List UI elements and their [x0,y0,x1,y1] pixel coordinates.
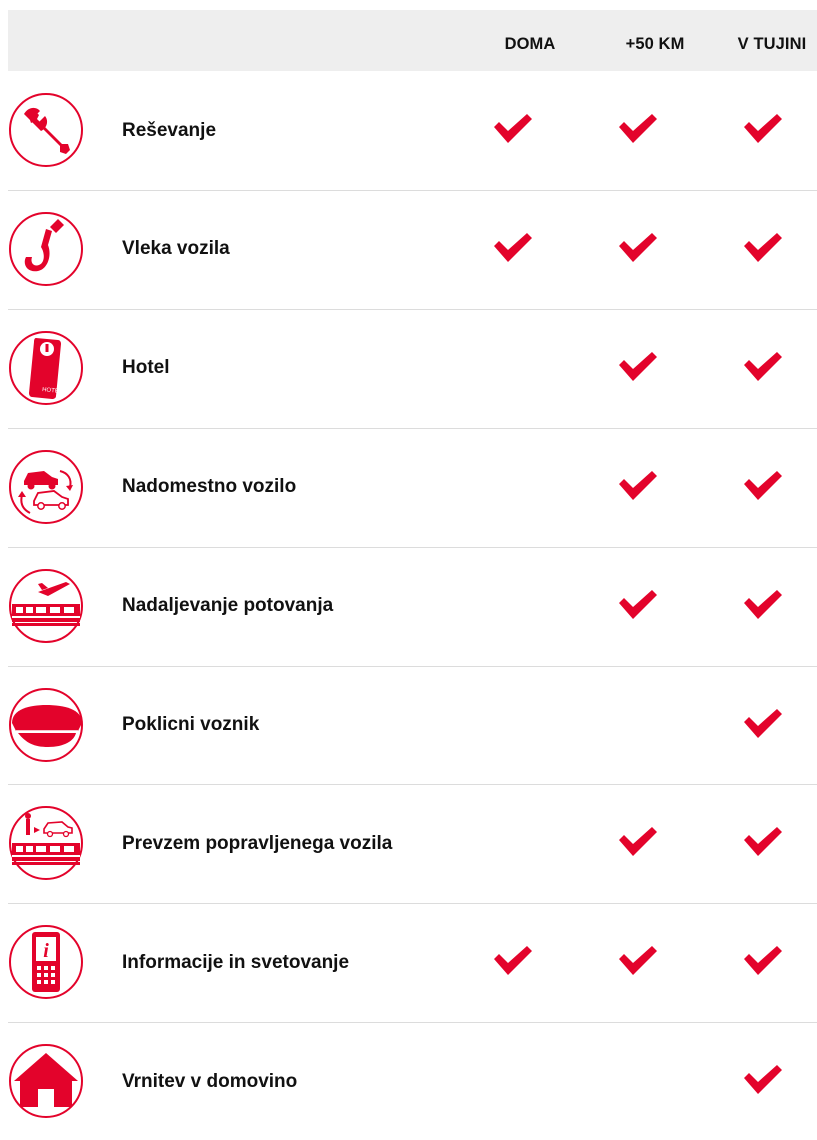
check-home-icon [492,113,534,145]
check-50km-icon [617,945,659,977]
replacement-car-icon [8,449,84,525]
check-abroad-icon [742,232,784,264]
service-label: Nadaljevanje potovanja [122,595,334,617]
service-label: Nadomestno vozilo [122,476,297,498]
service-label: Hotel [122,357,170,379]
check-50km-icon [617,826,659,858]
check-abroad-icon [742,589,784,621]
table-row: i Informacije in svetovanje [0,903,817,1021]
check-abroad-icon [742,351,784,383]
info-phone-icon: i [8,924,84,1000]
check-abroad-icon [742,470,784,502]
check-home-icon [492,945,534,977]
table-row: Poklicni voznik [0,666,817,784]
service-label: Reševanje [122,119,217,141]
check-50km-icon [617,351,659,383]
home-icon [8,1043,84,1119]
plane-train-icon [8,568,84,644]
column-header-abroad: V TUJINI [737,35,807,53]
check-abroad-icon [742,945,784,977]
check-abroad-icon [742,826,784,858]
hotel-door-hanger-icon: HOTEL [8,330,84,406]
check-abroad-icon [742,1064,784,1096]
service-label: Poklicni voznik [122,714,260,735]
table-row: Prevzem popravljenega vozila [0,784,817,902]
wrench-icon [8,92,84,168]
table-row: Vrnitev v domovino [0,1022,817,1140]
check-abroad-icon [742,113,784,145]
svg-text:i: i [43,940,49,962]
table-row: HOTEL Hotel [0,309,817,427]
column-header-home: DOMA [504,35,556,53]
check-50km-icon [617,232,659,264]
table-row: Nadomestno vozilo [0,428,817,546]
check-50km-icon [617,470,659,502]
table-row: Nadaljevanje potovanja [0,547,817,665]
service-label: Informacije in svetovanje [122,951,350,973]
check-home-icon [492,232,534,264]
table-header: DOMA +50 KM V TUJINI [8,10,817,71]
table-row: Vleka vozila [0,190,817,308]
chauffeur-cap-icon [8,687,84,763]
table-row: Reševanje [0,71,817,189]
check-50km-icon [617,113,659,145]
tow-hook-icon [8,211,84,287]
column-header-50km: +50 KM [625,35,685,53]
check-50km-icon [617,589,659,621]
service-label: Prevzem popravljenega vozila [122,832,393,854]
check-abroad-icon [742,708,784,740]
pickup-repaired-car-icon [8,805,84,881]
service-label: Vrnitev v domovino [122,1070,298,1092]
service-label: Vleka vozila [122,238,230,260]
